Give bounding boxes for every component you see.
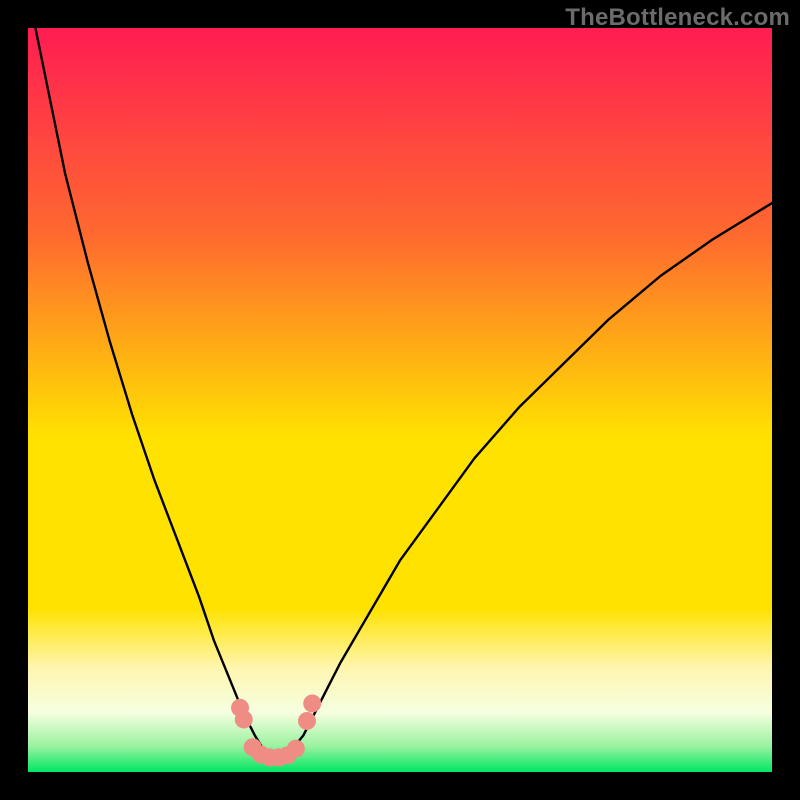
plot-area (28, 28, 772, 772)
sample-dot (287, 740, 305, 758)
gradient-background (28, 28, 772, 772)
outer-black-frame: TheBottleneck.com (0, 0, 800, 800)
sample-dot (298, 712, 316, 730)
sample-dot (303, 694, 321, 712)
bottleneck-chart (28, 28, 772, 772)
sample-dot (235, 710, 253, 728)
